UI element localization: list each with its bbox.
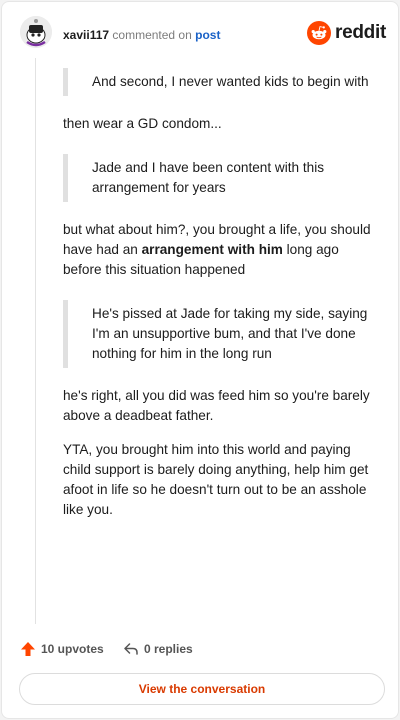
comment-paragraph: he's right, all you did was feed him so … xyxy=(63,388,370,423)
thread-line xyxy=(35,58,36,624)
comment-card: xavii117 commented on post reddit And se… xyxy=(1,1,399,719)
snoo-avatar-icon xyxy=(20,16,52,48)
quote-text: Jade and I have been content with this a… xyxy=(92,160,325,195)
quote-text: He's pissed at Jade for taking my side, … xyxy=(92,306,368,361)
action-text: commented on xyxy=(112,28,192,42)
upvote-button[interactable]: 10 upvotes xyxy=(20,641,104,657)
replies-button[interactable]: 0 replies xyxy=(123,641,193,657)
blockquote: And second, I never wanted kids to begin… xyxy=(63,68,378,96)
comment-footer: 10 upvotes 0 replies xyxy=(20,638,386,662)
comment-paragraph: then wear a GD condom... xyxy=(63,116,222,131)
reddit-wordmark: reddit xyxy=(335,22,386,43)
reply-arrow-icon xyxy=(124,643,138,655)
upvote-count: 10 upvotes xyxy=(41,642,104,656)
comment-paragraph: but what about him?, you brought a life,… xyxy=(63,220,378,280)
username-link[interactable]: xavii117 xyxy=(63,28,109,42)
post-link[interactable]: post xyxy=(195,28,220,42)
comment-paragraph: YTA, you brought him into this world and… xyxy=(63,442,369,517)
reply-count: 0 replies xyxy=(144,642,193,656)
reddit-logo[interactable]: reddit xyxy=(307,20,386,46)
bold-text: arrangement with him xyxy=(141,242,283,257)
comment-body: And second, I never wanted kids to begin… xyxy=(63,68,378,534)
blockquote: Jade and I have been content with this a… xyxy=(63,154,378,202)
quote-text: And second, I never wanted kids to begin… xyxy=(92,74,369,89)
comment-meta: xavii117 commented on post xyxy=(63,28,220,42)
reddit-snoo-icon xyxy=(307,21,332,45)
upvote-arrow-icon xyxy=(21,642,35,656)
blockquote: He's pissed at Jade for taking my side, … xyxy=(63,300,378,368)
view-conversation-button[interactable]: View the conversation xyxy=(19,673,385,705)
user-avatar[interactable] xyxy=(20,16,52,48)
comment-header: xavii117 commented on post reddit xyxy=(20,16,386,56)
